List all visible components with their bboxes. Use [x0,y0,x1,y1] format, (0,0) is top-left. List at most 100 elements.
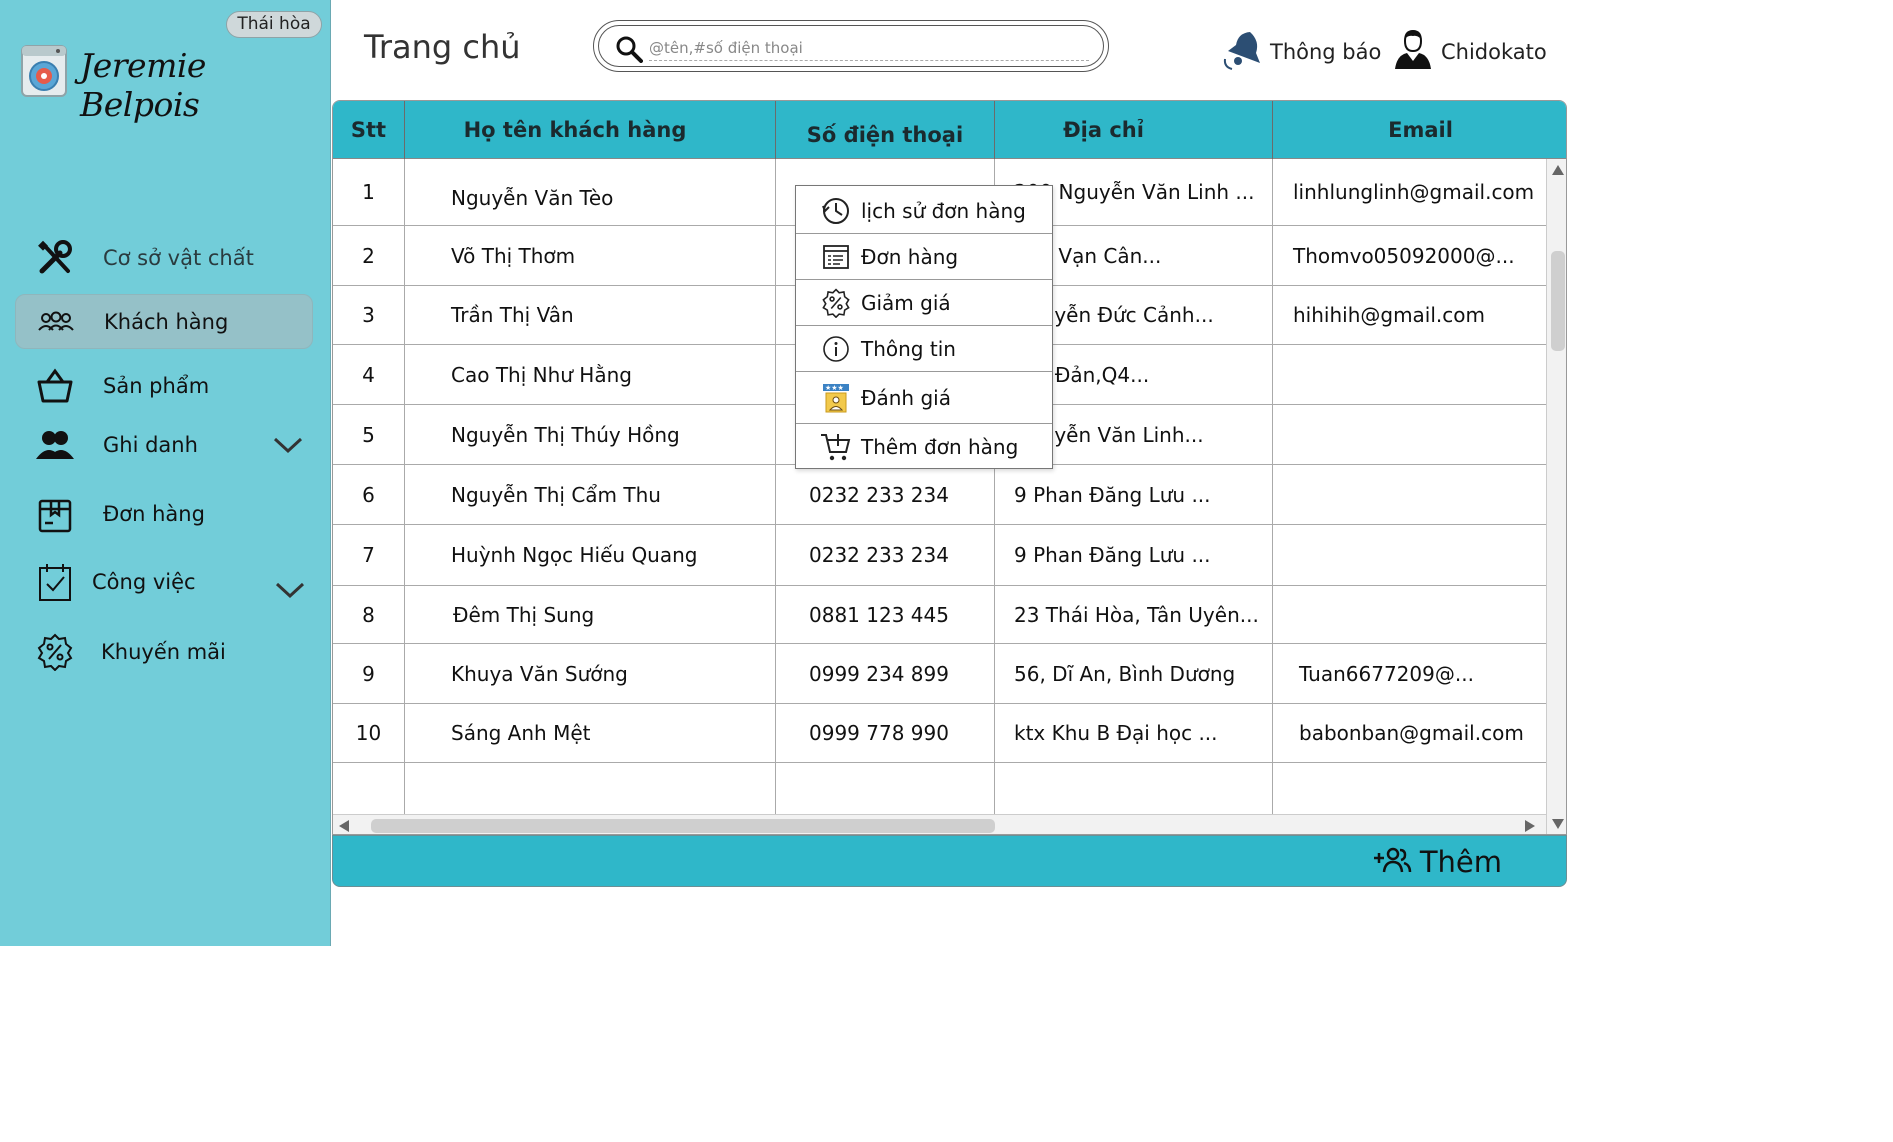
menu-item-label: Thông tin [861,336,956,361]
location-badge[interactable]: Thái hòa [226,11,322,38]
cell-phone: 0881 123 445 [776,586,995,643]
sidebar-item-customers[interactable]: Khách hàng [15,294,313,349]
table-row[interactable]: 7 Huỳnh Ngọc Hiếu Quang 0232 233 234 9 P… [333,525,1546,586]
chevron-down-icon[interactable] [273,435,303,455]
cell-stt: 6 [333,465,405,524]
cell-name [405,763,776,815]
discount-icon [820,287,852,319]
cell-email: babonban@gmail.com [1299,721,1524,745]
cell-email [1273,465,1546,524]
cell-stt: 10 [333,704,405,762]
cell-phone: 0999 234 899 [776,644,995,703]
cell-email [1273,345,1546,404]
column-header-stt[interactable]: Stt [333,101,405,159]
table-row[interactable]: 8 Đêm Thị Sung 0881 123 445 23 Thái Hòa,… [333,586,1546,644]
basket-icon [35,366,75,406]
horizontal-scrollbar[interactable] [333,814,1546,834]
scroll-left-arrow-icon[interactable] [339,820,349,832]
cell-address: 9 Phan Đăng Lưu ... [995,465,1273,524]
user-menu-button[interactable]: Chidokato [1393,29,1547,74]
table-row[interactable]: 9 Khuya Văn Sướng 0999 234 899 56, Dĩ An… [333,644,1546,704]
sidebar-item-tasks[interactable]: Công việc [15,554,313,609]
add-customer-label: Thêm [1419,845,1502,879]
sidebar-item-products[interactable]: Sản phẩm [15,358,313,413]
sidebar: Thái hòa Jeremie Belpois Cơ sở vật chất [0,0,331,946]
cell-email [1273,525,1546,585]
search-input[interactable] [649,35,1089,61]
notifications-button[interactable]: Thông báo [1222,30,1381,74]
menu-item-rating[interactable]: ★★★ Đánh giá [796,372,1052,424]
cell-phone [776,763,995,815]
cell-address: ktx Khu B Đại học ... [995,704,1273,762]
search-icon[interactable] [615,35,643,63]
cell-stt: 7 [333,525,405,585]
cell-name: Cao Thị Như Hằng [405,345,776,404]
vertical-scrollbar[interactable] [1546,159,1566,834]
history-icon [820,195,852,227]
cell-phone: 0999 778 990 [776,704,995,762]
table-row[interactable] [333,763,1546,815]
cell-address: 23 Thái Hòa, Tân Uyên... [995,586,1273,643]
menu-item-label: Giảm giá [861,290,951,315]
column-header-phone[interactable]: Số điện thoại [776,101,995,159]
cell-stt: 3 [333,286,405,344]
chevron-down-icon[interactable] [275,580,305,600]
search-bar[interactable] [593,20,1109,72]
add-user-icon [1372,844,1412,881]
cell-stt: 9 [333,644,405,703]
menu-item-add-order[interactable]: Thêm đơn hàng [796,424,1052,470]
add-customer-button[interactable]: Thêm [1372,842,1502,882]
sidebar-item-promotions[interactable]: Khuyến mãi [15,624,313,679]
bell-icon [1222,29,1262,76]
users-icon [35,425,75,465]
sidebar-item-label: Cơ sở vật chất [103,245,254,270]
cell-email: linhlunglinh@gmail.com [1293,180,1535,204]
sidebar-item-label: Khuyến mãi [101,639,226,664]
user-name: Chidokato [1441,40,1547,64]
column-header-name[interactable]: Họ tên khách hàng [405,101,776,159]
scroll-down-arrow-icon[interactable] [1552,819,1564,829]
cell-name: Nguyễn Thị Thúy Hồng [405,405,776,464]
cell-stt: 1 [333,159,405,225]
scroll-right-arrow-icon[interactable] [1525,820,1535,832]
discount-icon [35,632,75,672]
cell-name: Đêm Thị Sung [405,586,776,643]
sidebar-item-enrollment[interactable]: Ghi danh [15,417,313,472]
horizontal-scroll-thumb[interactable] [371,819,995,833]
cell-name: Sáng Anh Mệt [405,704,776,762]
cell-name: Trần Thị Vân [405,286,776,344]
cell-name: Võ Thị Thơm [405,226,776,285]
menu-item-orders[interactable]: Đơn hàng [796,234,1052,280]
table-row[interactable]: 10 Sáng Anh Mệt 0999 778 990 ktx Khu B Đ… [333,704,1546,763]
cell-address [995,763,1273,815]
table-row[interactable]: 6 Nguyễn Thị Cẩm Thu 0232 233 234 9 Phan… [333,465,1546,525]
cell-phone: 0232 233 234 [776,465,995,524]
column-header-address[interactable]: Địa chỉ [995,101,1273,159]
sidebar-item-facilities[interactable]: Cơ sở vật chất [15,230,313,285]
search-bar-inner [598,25,1104,67]
vertical-scroll-thumb[interactable] [1551,251,1565,351]
cell-email [1273,586,1546,643]
sidebar-item-orders[interactable]: Đơn hàng [15,486,313,541]
sidebar-item-label: Công việc [92,569,196,594]
menu-item-order-history[interactable]: lịch sử đơn hàng [796,188,1052,234]
notifications-label: Thông báo [1270,40,1382,64]
column-header-email[interactable]: Email [1273,101,1566,159]
menu-item-label: Đơn hàng [861,244,959,269]
add-cart-icon [820,431,852,463]
sidebar-item-label: Ghi danh [103,432,198,457]
cell-name: Huỳnh Ngọc Hiếu Quang [405,525,776,585]
sidebar-item-label: Sản phẩm [103,373,210,398]
cell-stt: 2 [333,226,405,285]
cell-stt: 4 [333,345,405,404]
tools-icon [35,238,75,278]
cell-email [1273,763,1546,815]
cell-name: Nguyễn Văn Tèo [405,159,776,225]
menu-item-discount[interactable]: Giảm giá [796,280,1052,326]
cell-stt [333,763,405,815]
cell-address: 56, Dĩ An, Bình Dương [995,644,1273,703]
brand-name: Jeremie Belpois [80,46,206,124]
scroll-up-arrow-icon[interactable] [1552,165,1564,175]
menu-item-info[interactable]: Thông tin [796,326,1052,372]
page-title: Trang chủ [364,28,521,66]
